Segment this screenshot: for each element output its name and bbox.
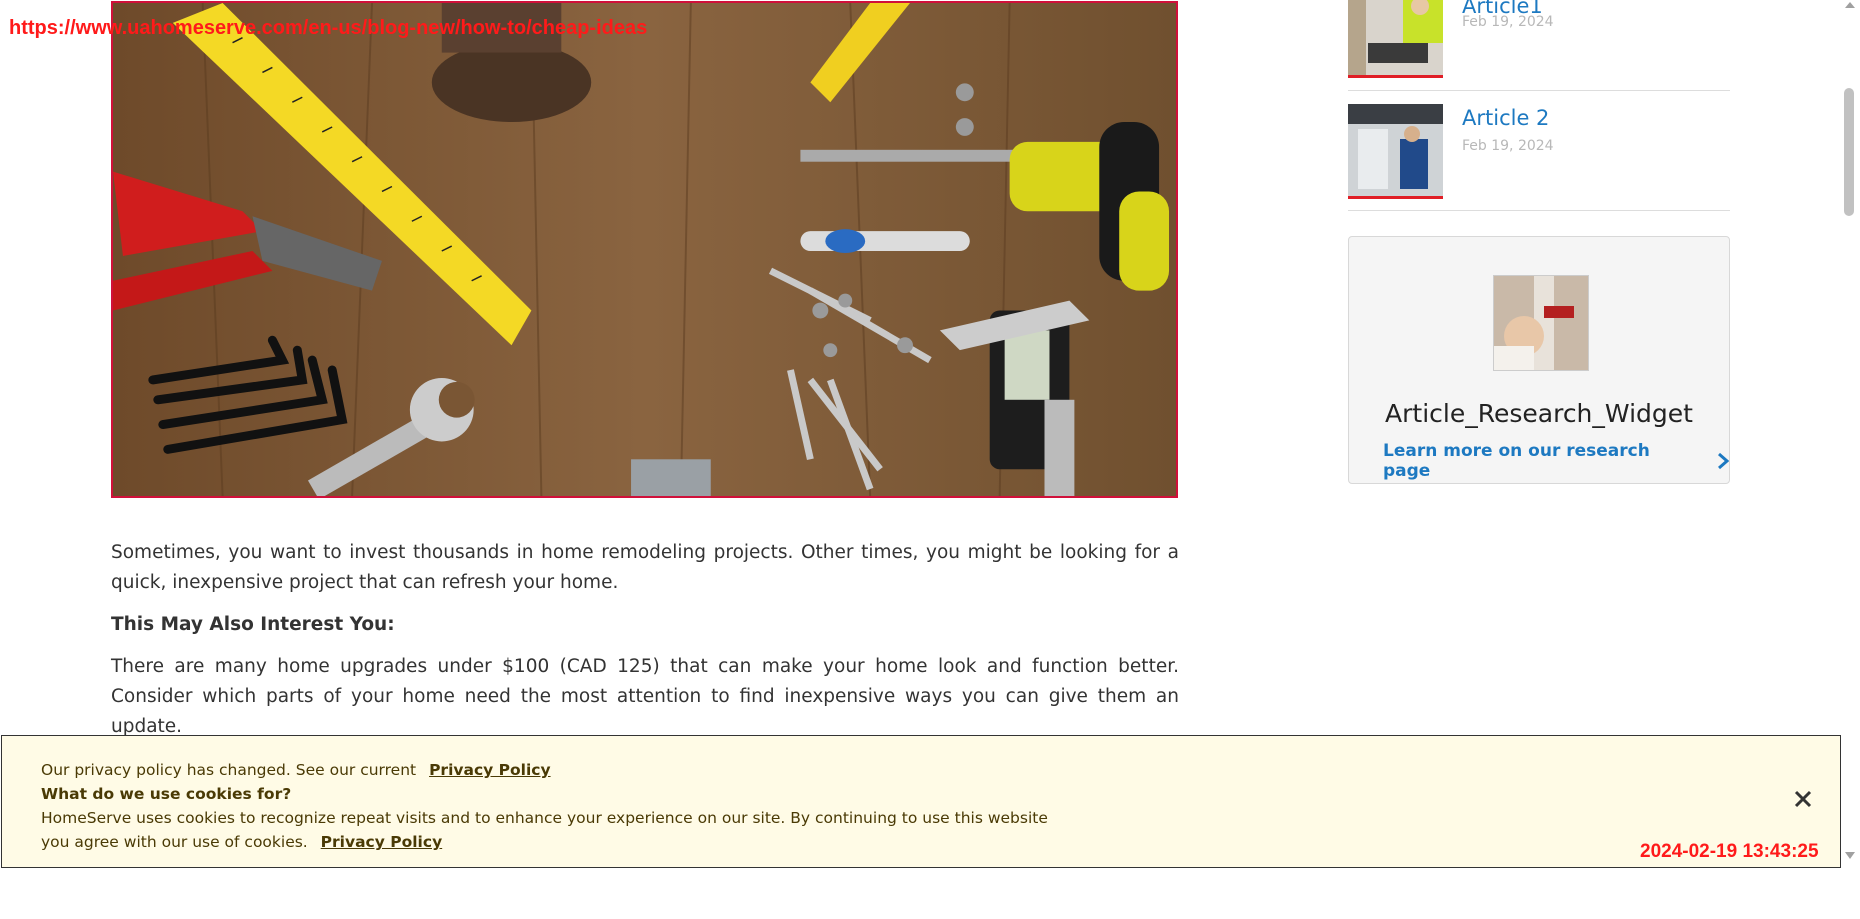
- worker-photo-icon: [1348, 0, 1443, 75]
- url-overlay: https://www.uahomeserve.com/en-us/blog-n…: [9, 17, 648, 39]
- privacy-policy-link[interactable]: Privacy Policy: [429, 761, 551, 779]
- tools-on-wood-illustration: [113, 3, 1176, 496]
- interest-heading: This May Also Interest You:: [111, 614, 395, 635]
- cookie-line: you agree with our use of cookies. Priva…: [41, 833, 442, 851]
- related-article-card[interactable]: Article1 Feb 19, 2024: [1348, 0, 1730, 91]
- cookie-description: HomeServe uses cookies to recognize repe…: [41, 809, 1048, 827]
- article-thumbnail[interactable]: [1348, 0, 1443, 78]
- plumbing-photo-icon: [1494, 276, 1588, 370]
- scroll-down-arrow-icon[interactable]: [1843, 849, 1857, 861]
- cookie-consent-text: you agree with our use of cookies.: [41, 833, 308, 851]
- article-thumbnail[interactable]: [1348, 104, 1443, 199]
- scrollbar-thumb[interactable]: [1844, 88, 1854, 216]
- hero-image: [111, 1, 1178, 498]
- cookie-heading: What do we use cookies for?: [41, 785, 292, 803]
- cookie-banner: Our privacy policy has changed. See our …: [1, 735, 1841, 868]
- widget-title: Article_Research_Widget: [1385, 399, 1693, 428]
- timestamp-overlay: 2024-02-19 13:43:25: [1640, 841, 1819, 862]
- chevron-right-icon[interactable]: [1717, 452, 1729, 470]
- article-paragraph: Sometimes, you want to invest thousands …: [111, 542, 1179, 593]
- article-paragraph: There are many home upgrades under $100 …: [111, 656, 1179, 737]
- related-article-card[interactable]: Article 2 Feb 19, 2024: [1348, 91, 1730, 211]
- cookie-line: Our privacy policy has changed. See our …: [41, 761, 551, 779]
- scroll-up-arrow-icon[interactable]: [1844, 0, 1856, 10]
- research-page-link[interactable]: Learn more on our research page: [1383, 441, 1729, 481]
- technician-photo-icon: [1348, 104, 1443, 196]
- research-link-label[interactable]: Learn more on our research page: [1383, 441, 1703, 481]
- widget-image: [1493, 275, 1589, 371]
- cookie-policy-notice: Our privacy policy has changed. See our …: [41, 761, 417, 779]
- privacy-policy-link[interactable]: Privacy Policy: [321, 833, 443, 851]
- research-widget: Article_Research_Widget Learn more on ou…: [1348, 236, 1730, 484]
- related-article-title[interactable]: Article 2: [1462, 106, 1549, 130]
- close-icon[interactable]: [1792, 788, 1814, 810]
- related-article-date: Feb 19, 2024: [1462, 138, 1554, 154]
- related-article-date: Feb 19, 2024: [1462, 14, 1554, 30]
- article-body: Sometimes, you want to invest thousands …: [111, 538, 1179, 754]
